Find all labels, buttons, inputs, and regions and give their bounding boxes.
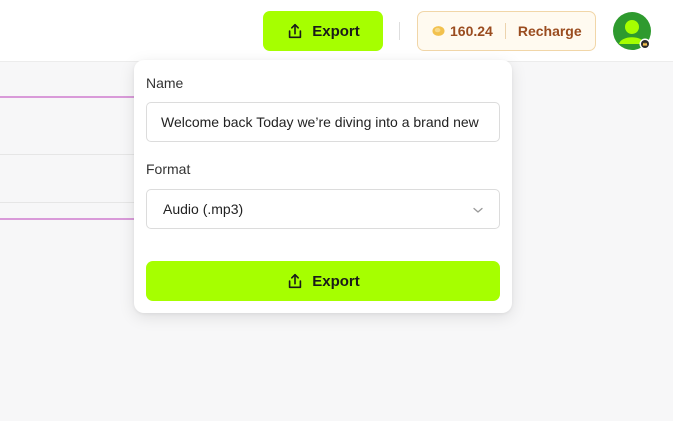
- export-icon: [289, 23, 302, 39]
- coin-icon: [432, 26, 445, 36]
- export-confirm-label: Export: [312, 272, 360, 290]
- name-label: Name: [146, 75, 184, 91]
- track-line: [0, 96, 140, 98]
- export-confirm-button[interactable]: Export: [146, 261, 500, 301]
- export-button[interactable]: Export: [263, 11, 383, 51]
- chevron-down-icon: [473, 207, 483, 213]
- format-select[interactable]: Audio (.mp3): [146, 189, 500, 229]
- credits-divider: [504, 23, 506, 39]
- export-button-label: Export: [312, 22, 360, 40]
- row-divider: [0, 154, 140, 155]
- divider: [399, 22, 400, 40]
- export-popover: Name Format Audio (.mp3) Export: [134, 60, 512, 313]
- top-bar: Export 160.24 Recharge: [0, 0, 673, 62]
- credits-panel: 160.24 Recharge: [417, 11, 596, 51]
- row-divider: [0, 202, 140, 203]
- format-label: Format: [146, 161, 191, 177]
- name-input[interactable]: [146, 102, 500, 142]
- user-avatar-icon[interactable]: [613, 12, 651, 50]
- credits-balance: 160.24: [450, 23, 493, 39]
- track-line: [0, 218, 140, 220]
- export-icon: [289, 273, 302, 289]
- recharge-button[interactable]: Recharge: [518, 23, 582, 39]
- format-selected-value: Audio (.mp3): [163, 201, 244, 217]
